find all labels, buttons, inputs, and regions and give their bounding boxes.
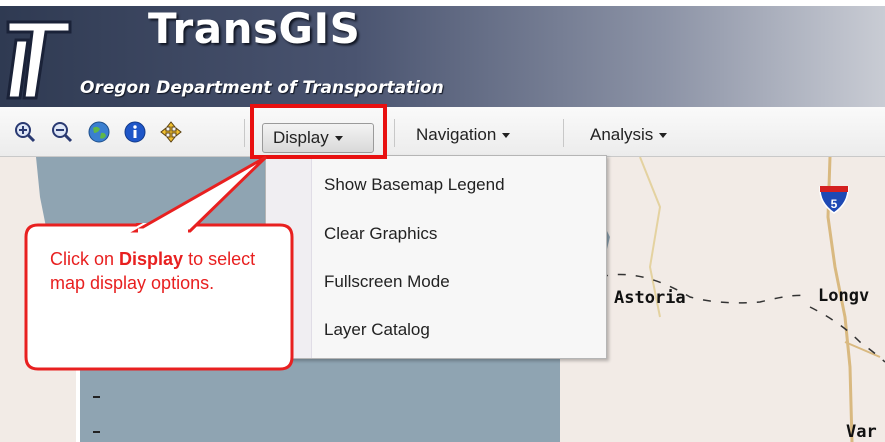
app-header: TransGIS Oregon Department of Transporta… [0, 0, 885, 107]
callout-text: Click on Display to select map display o… [50, 249, 256, 293]
navigation-menu-label: Navigation [416, 125, 497, 144]
top-crop-strip [0, 0, 885, 6]
analysis-menu-label: Analysis [590, 125, 654, 144]
analysis-menu-button[interactable]: Analysis [590, 121, 668, 149]
toolbar-separator [394, 119, 395, 147]
app-subtitle: Oregon Department of Transportation [80, 78, 444, 98]
toolbar: Display Navigation Analysis [0, 107, 885, 157]
callout-pointer [130, 155, 268, 234]
menu-item-show-basemap-legend[interactable]: Show Basemap Legend [324, 175, 505, 195]
toolbar-separator [563, 119, 564, 147]
navigation-menu-button[interactable]: Navigation [416, 121, 511, 149]
menu-item-fullscreen-mode[interactable]: Fullscreen Mode [324, 272, 450, 292]
odot-logo-icon [6, 20, 72, 100]
callout-bold-display: Display [119, 249, 184, 269]
app-title: TransGIS [148, 4, 361, 53]
toolbar-separator [244, 119, 245, 147]
zoom-in-icon[interactable] [14, 121, 36, 143]
interstate-shield-icon: 5 [819, 186, 849, 214]
globe-icon[interactable] [88, 121, 110, 143]
interstate-number: 5 [831, 197, 838, 211]
info-icon[interactable] [124, 121, 146, 143]
callout-bubble [24, 223, 294, 371]
menu-item-clear-graphics[interactable]: Clear Graphics [324, 224, 437, 244]
display-highlight-box [250, 104, 387, 159]
menu-item-layer-catalog[interactable]: Layer Catalog [324, 320, 430, 340]
chevron-down-icon [502, 133, 511, 139]
city-label-longview: Longv [818, 286, 870, 306]
city-label-vancouver: Var [846, 422, 877, 442]
chevron-down-icon [659, 133, 668, 139]
pan-icon[interactable] [160, 121, 182, 143]
zoom-out-icon[interactable] [51, 121, 73, 143]
display-dropdown-menu: Show Basemap Legend Clear Graphics Fulls… [265, 155, 607, 359]
city-label-astoria: Astoria [614, 288, 686, 308]
